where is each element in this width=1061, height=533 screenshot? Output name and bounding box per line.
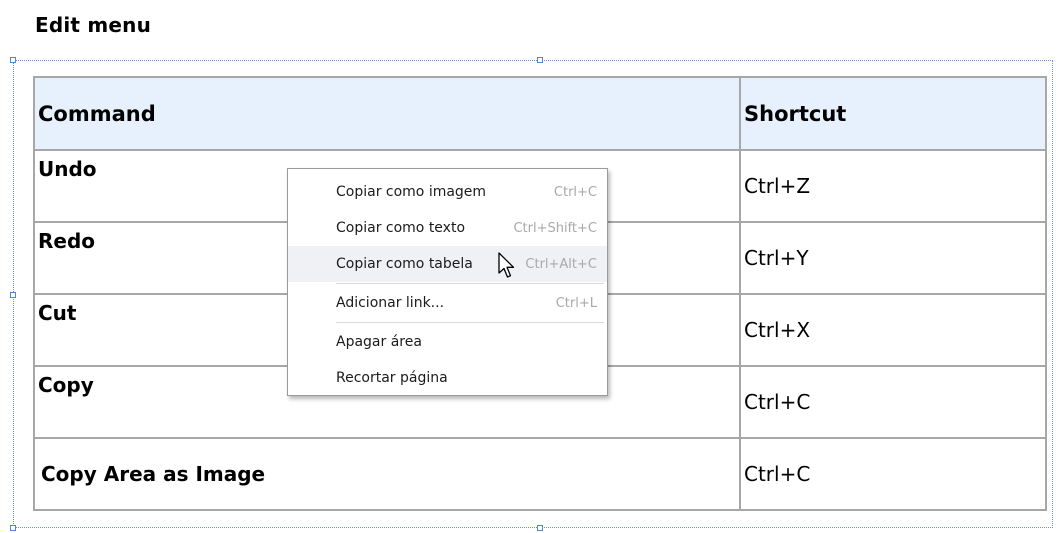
menu-separator (336, 283, 604, 284)
menu-item-label: Apagar área (336, 334, 422, 350)
menu-item-label: Adicionar link... (336, 295, 445, 311)
table-row: Copy Area as Image Ctrl+C (33, 437, 1047, 511)
menu-separator (336, 322, 604, 323)
shortcut-cell: Ctrl+C (739, 365, 1047, 439)
menu-item-copy-as-table[interactable]: Copiar como tabela Ctrl+Alt+C (288, 246, 607, 282)
column-header-command: Command (33, 76, 741, 151)
context-menu: Copiar como imagem Ctrl+C Copiar como te… (287, 168, 608, 396)
menu-item-shortcut: Ctrl+C (553, 184, 597, 200)
menu-item-label: Copiar como texto (336, 220, 466, 236)
table-header-row: Command Shortcut (33, 76, 1047, 151)
resize-handle-middle-left[interactable] (10, 292, 16, 298)
resize-handle-top-middle[interactable] (537, 57, 543, 63)
resize-handle-bottom-left[interactable] (10, 525, 16, 531)
menu-item-shortcut: Ctrl+Alt+C (525, 256, 597, 272)
menu-item-shortcut: Ctrl+L (555, 295, 597, 311)
menu-item-shortcut: Ctrl+Shift+C (513, 220, 597, 236)
command-cell: Copy Area as Image (33, 437, 741, 511)
shortcut-cell: Ctrl+C (739, 437, 1047, 511)
shortcut-cell: Ctrl+Z (739, 149, 1047, 223)
menu-item-crop-page[interactable]: Recortar página (288, 360, 607, 396)
page-title: Edit menu (35, 13, 152, 37)
resize-handle-top-left[interactable] (10, 57, 16, 63)
menu-item-label: Copiar como tabela (336, 256, 473, 272)
column-header-shortcut: Shortcut (739, 76, 1047, 151)
menu-item-label: Copiar como imagem (336, 184, 487, 200)
resize-handle-bottom-middle[interactable] (537, 525, 543, 531)
mouse-pointer-icon (498, 252, 515, 278)
shortcut-cell: Ctrl+X (739, 293, 1047, 367)
menu-item-add-link[interactable]: Adicionar link... Ctrl+L (288, 285, 607, 321)
menu-item-erase-area[interactable]: Apagar área (288, 324, 607, 360)
menu-item-label: Recortar página (336, 370, 448, 386)
menu-item-copy-as-image[interactable]: Copiar como imagem Ctrl+C (288, 174, 607, 210)
shortcut-cell: Ctrl+Y (739, 221, 1047, 295)
menu-item-copy-as-text[interactable]: Copiar como texto Ctrl+Shift+C (288, 210, 607, 246)
